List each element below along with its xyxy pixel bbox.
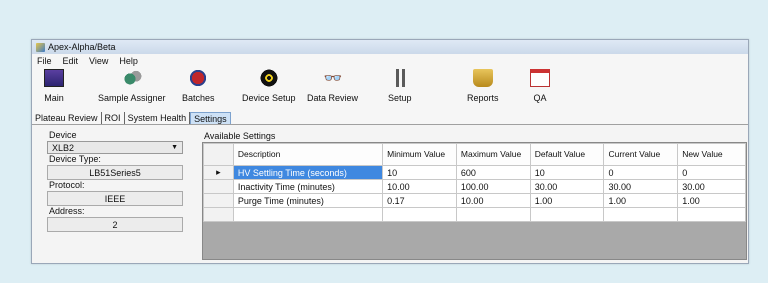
batches-button[interactable]: Batches (182, 69, 215, 103)
table-row[interactable]: Inactivity Time (minutes) 10.00 100.00 3… (203, 179, 746, 194)
device-panel: Device XLB2 ▼ Device Type: LB51Series5 P… (47, 130, 195, 260)
main-icon (44, 69, 64, 87)
setup-label: Setup (388, 93, 412, 103)
device-setup-button[interactable]: Device Setup (242, 69, 296, 103)
setup-button[interactable]: Setup (388, 69, 412, 103)
cell-current[interactable]: 30.00 (603, 179, 679, 194)
cell-default[interactable]: 1.00 (529, 193, 605, 208)
row-header (203, 193, 234, 208)
binoculars-icon (323, 69, 343, 87)
tab-settings[interactable]: Settings (190, 112, 231, 124)
cell-default[interactable]: 30.00 (529, 179, 605, 194)
qa-label: QA (533, 93, 547, 103)
empty-cell[interactable] (603, 207, 679, 222)
cell-minimum[interactable]: 10 (382, 165, 457, 180)
col-minimum[interactable]: Minimum Value (382, 143, 457, 166)
header-row: Description Minimum Value Maximum Value … (203, 143, 746, 166)
title-bar: Apex-Alpha/Beta (32, 40, 748, 54)
tab-system-health[interactable]: System Health (125, 112, 191, 124)
empty-cell[interactable] (232, 207, 384, 222)
sample-assigner-label: Sample Assigner (98, 93, 166, 103)
row-header-corner (203, 143, 234, 166)
cell-current[interactable]: 0 (603, 165, 679, 180)
radiation-icon (258, 69, 279, 87)
toolbar: Main Sample Assigner Batches Device Setu… (32, 67, 748, 112)
row-header (203, 207, 234, 222)
current-row-arrow-icon: ▸ (203, 165, 234, 180)
batches-icon (188, 69, 209, 87)
empty-cell[interactable] (677, 207, 746, 222)
main-button[interactable]: Main (44, 69, 64, 103)
cell-maximum[interactable]: 600 (455, 165, 531, 180)
app-icon (36, 42, 45, 52)
address-value: 2 (47, 217, 183, 232)
cell-minimum[interactable]: 10.00 (382, 179, 457, 194)
cell-minimum[interactable]: 0.17 (382, 193, 457, 208)
tab-plateau-review[interactable]: Plateau Review (32, 112, 102, 124)
qa-button[interactable]: QA (530, 69, 550, 103)
col-default[interactable]: Default Value (529, 143, 605, 166)
data-review-button[interactable]: Data Review (307, 69, 358, 103)
tab-strip: Plateau Review ROI System Health Setting… (32, 112, 748, 125)
menu-edit[interactable]: Edit (63, 56, 79, 66)
col-description[interactable]: Description (232, 143, 384, 166)
settings-area: Available Settings Description Minimum V… (202, 130, 747, 261)
table-row[interactable]: Purge Time (minutes) 0.17 10.00 1.00 1.0… (203, 193, 746, 208)
menu-bar: File Edit View Help (32, 54, 748, 67)
data-review-label: Data Review (307, 93, 359, 103)
settings-grid: Description Minimum Value Maximum Value … (202, 142, 747, 260)
device-label: Device (49, 130, 77, 140)
table-row[interactable]: ▸ HV Settling Time (seconds) 10 600 10 0… (203, 165, 746, 180)
empty-cell[interactable] (455, 207, 531, 222)
cell-current[interactable]: 1.00 (603, 193, 679, 208)
protocol-value: IEEE (47, 191, 183, 206)
qa-chart-icon (530, 69, 550, 87)
menu-view[interactable]: View (89, 56, 108, 66)
menu-help[interactable]: Help (119, 56, 138, 66)
empty-new-row[interactable] (203, 207, 746, 222)
reports-label: Reports (467, 93, 499, 103)
cell-maximum[interactable]: 100.00 (455, 179, 531, 194)
empty-cell[interactable] (382, 207, 457, 222)
cell-new[interactable]: 30.00 (677, 179, 746, 194)
device-select[interactable]: XLB2 ▼ (47, 141, 183, 154)
cell-default[interactable]: 10 (529, 165, 605, 180)
app-window: Apex-Alpha/Beta File Edit View Help Main… (31, 39, 749, 264)
cell-description[interactable]: Inactivity Time (minutes) (232, 179, 384, 194)
cell-new[interactable]: 0 (677, 165, 746, 180)
tab-roi[interactable]: ROI (102, 112, 125, 124)
reports-icon (472, 69, 493, 87)
device-type-label: Device Type: (49, 154, 101, 164)
col-new[interactable]: New Value (677, 143, 746, 166)
address-label: Address: (49, 206, 85, 216)
device-value: XLB2 (52, 142, 75, 153)
col-current[interactable]: Current Value (603, 143, 679, 166)
cell-maximum[interactable]: 10.00 (455, 193, 531, 208)
device-type-value: LB51Series5 (47, 165, 183, 180)
window-title: Apex-Alpha/Beta (48, 42, 116, 52)
row-header (203, 179, 234, 194)
setup-icon (389, 69, 410, 87)
reports-button[interactable]: Reports (467, 69, 499, 103)
sample-assigner-button[interactable]: Sample Assigner (98, 69, 166, 103)
protocol-label: Protocol: (49, 180, 85, 190)
menu-file[interactable]: File (37, 56, 52, 66)
empty-cell[interactable] (529, 207, 605, 222)
cell-description[interactable]: HV Settling Time (seconds) (232, 165, 384, 180)
sample-assigner-icon (121, 69, 142, 87)
batches-label: Batches (182, 93, 215, 103)
cell-description[interactable]: Purge Time (minutes) (232, 193, 384, 208)
cell-new[interactable]: 1.00 (677, 193, 746, 208)
settings-title: Available Settings (204, 131, 276, 141)
settings-table: Description Minimum Value Maximum Value … (203, 143, 746, 222)
chevron-down-icon: ▼ (171, 144, 178, 151)
device-setup-label: Device Setup (242, 93, 296, 103)
main-label: Main (44, 93, 64, 103)
col-maximum[interactable]: Maximum Value (455, 143, 531, 166)
